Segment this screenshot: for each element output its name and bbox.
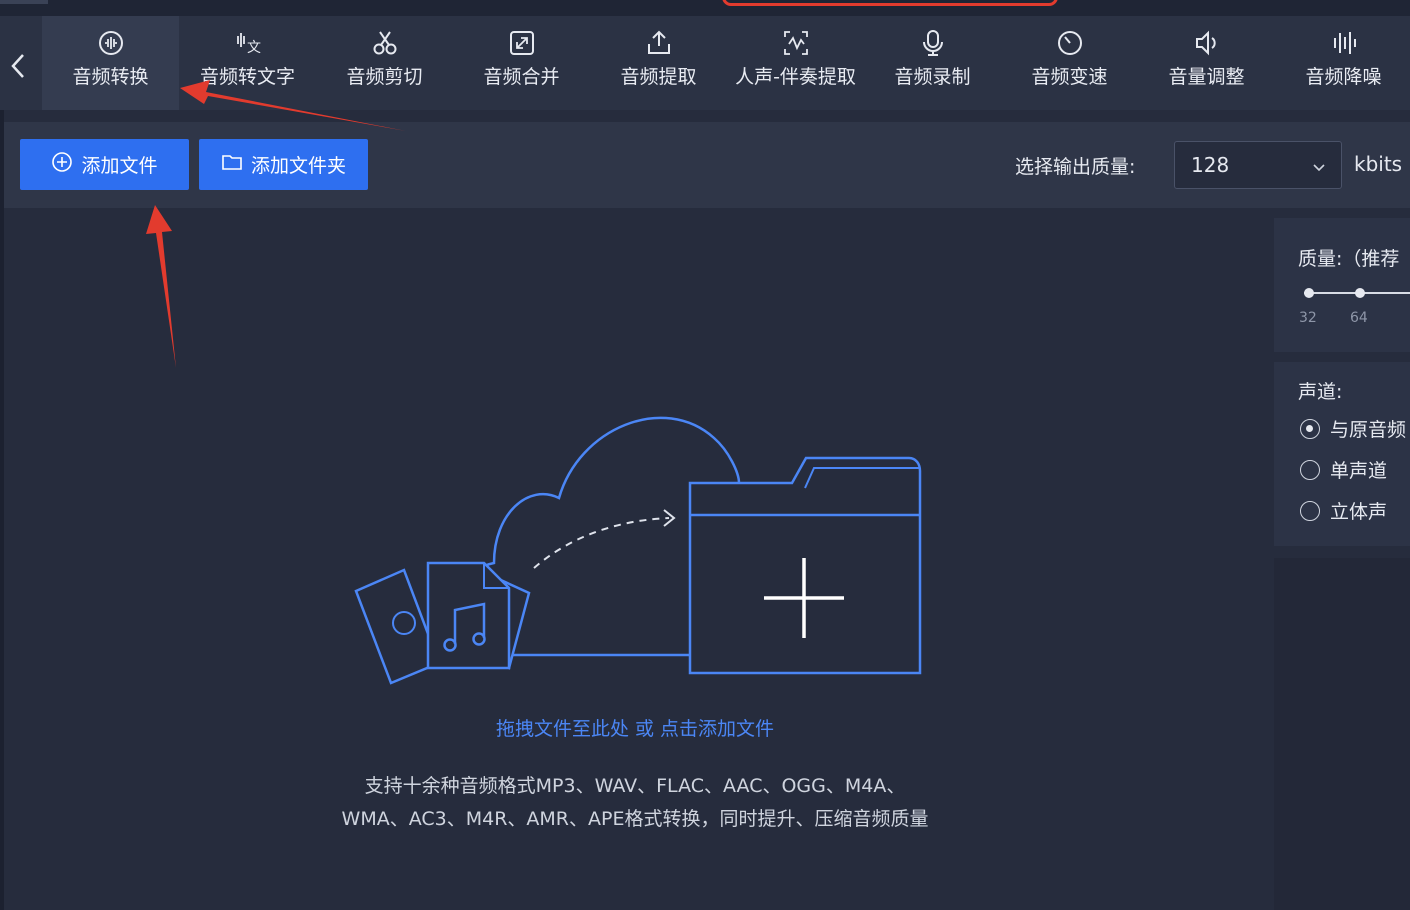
speech-to-text-icon: 文 <box>233 28 263 58</box>
tab-label: 音频转换 <box>72 66 149 88</box>
merge-icon <box>507 28 537 58</box>
tab-audio-extract[interactable]: 音频提取 <box>590 16 727 110</box>
panel-footer <box>1274 558 1410 910</box>
microphone-icon <box>918 28 948 58</box>
tab-label: 音频提取 <box>620 66 697 88</box>
slider-stop[interactable] <box>1304 288 1314 298</box>
back-arrow-icon[interactable] <box>4 46 32 86</box>
scissors-icon <box>370 28 400 58</box>
file-drop-zone[interactable]: 拖拽文件至此处 或 点击添加文件 支持十余种音频格式MP3、WAV、FLAC、A… <box>4 208 1266 910</box>
slider-stop[interactable] <box>1355 288 1365 298</box>
folder-icon <box>221 151 243 178</box>
channel-option-label: 立体声 <box>1330 501 1388 523</box>
tab-audio-record[interactable]: 音频录制 <box>864 16 1001 110</box>
volume-icon <box>1192 28 1222 58</box>
window-corner <box>0 0 48 4</box>
tab-volume-adjust[interactable]: 音量调整 <box>1138 16 1275 110</box>
extract-icon <box>644 28 674 58</box>
tab-audio-convert[interactable]: 音频转换 <box>42 16 179 110</box>
tab-label: 音频合并 <box>483 66 560 88</box>
tab-audio-cut[interactable]: 音频剪切 <box>316 16 453 110</box>
add-folder-button[interactable]: 添加文件夹 <box>199 139 368 190</box>
tab-noise-reduce[interactable]: 音频降噪 <box>1275 16 1410 110</box>
channel-option-mono[interactable]: 单声道 <box>1300 456 1387 483</box>
tab-label: 音频变速 <box>1031 66 1108 88</box>
channel-option-label: 与原音频 <box>1330 419 1407 441</box>
upload-illustration-icon <box>354 416 922 685</box>
tab-label: 音频剪切 <box>346 66 423 88</box>
formats-line-1: 支持十余种音频格式MP3、WAV、FLAC、AAC、OGG、M4A、 <box>364 775 906 797</box>
radio-unselected[interactable] <box>1300 459 1320 480</box>
radio-selected[interactable] <box>1300 418 1320 439</box>
channel-title: 声道: <box>1298 381 1343 403</box>
quality-unit: kbits <box>1354 152 1403 176</box>
tab-speech-to-text[interactable]: 文 音频转文字 <box>179 16 316 110</box>
tab-label: 音频录制 <box>894 66 971 88</box>
quality-select-value: 128 <box>1191 153 1230 177</box>
tab-label: 人声-伴奏提取 <box>735 66 856 88</box>
plus-circle-icon <box>51 151 73 178</box>
add-folder-label: 添加文件夹 <box>250 155 346 177</box>
noise-reduce-icon <box>1329 28 1359 58</box>
tab-label: 音量调整 <box>1168 66 1245 88</box>
settings-panel: 质量:（推荐 32 64 声道: 与原音频 单声道 立体声 <box>1274 218 1410 910</box>
channel-option-original[interactable]: 与原音频 <box>1300 415 1406 442</box>
radio-unselected[interactable] <box>1300 500 1320 521</box>
audio-convert-icon <box>96 28 126 58</box>
feature-tab-bar: 音频转换 文 音频转文字 音频剪切 音频合并 音频提取 人声-伴奏提取 音频录制… <box>0 16 1410 110</box>
add-file-label: 添加文件 <box>81 155 158 177</box>
supported-formats-text: 支持十余种音频格式MP3、WAV、FLAC、AAC、OGG、M4A、 WMA、A… <box>4 770 1266 836</box>
channel-card: 声道: 与原音频 单声道 立体声 <box>1274 362 1410 546</box>
tab-vocal-separate[interactable]: 人声-伴奏提取 <box>727 16 864 110</box>
svg-text:文: 文 <box>247 40 261 56</box>
title-strip <box>0 0 1410 16</box>
channel-option-stereo[interactable]: 立体声 <box>1300 497 1387 524</box>
vocal-separate-icon <box>781 28 811 58</box>
output-quality-label: 选择输出质量: <box>1015 156 1136 178</box>
formats-line-2: WMA、AC3、M4R、AMR、APE格式转换，同时提升、压缩音频质量 <box>341 808 929 830</box>
tick-label: 32 <box>1299 310 1317 326</box>
tab-label: 音频降噪 <box>1305 66 1382 88</box>
tab-label: 音频转文字 <box>199 66 295 88</box>
add-file-button[interactable]: 添加文件 <box>20 139 189 190</box>
tab-audio-speed[interactable]: 音频变速 <box>1001 16 1138 110</box>
quality-card: 质量:（推荐 32 64 <box>1274 218 1410 352</box>
drop-hint-text[interactable]: 拖拽文件至此处 或 点击添加文件 <box>4 714 1266 741</box>
speed-icon <box>1055 28 1085 58</box>
toolbar: 添加文件 添加文件夹 选择输出质量: 128 kbits <box>4 122 1410 208</box>
channel-option-label: 单声道 <box>1330 460 1388 482</box>
tick-label: 64 <box>1350 310 1368 326</box>
output-quality-select[interactable]: 128 <box>1174 141 1342 189</box>
annotation-highlight <box>722 0 1058 6</box>
quality-title: 质量:（推荐 <box>1298 248 1400 270</box>
chevron-down-icon <box>1311 156 1327 180</box>
tab-audio-merge[interactable]: 音频合并 <box>453 16 590 110</box>
